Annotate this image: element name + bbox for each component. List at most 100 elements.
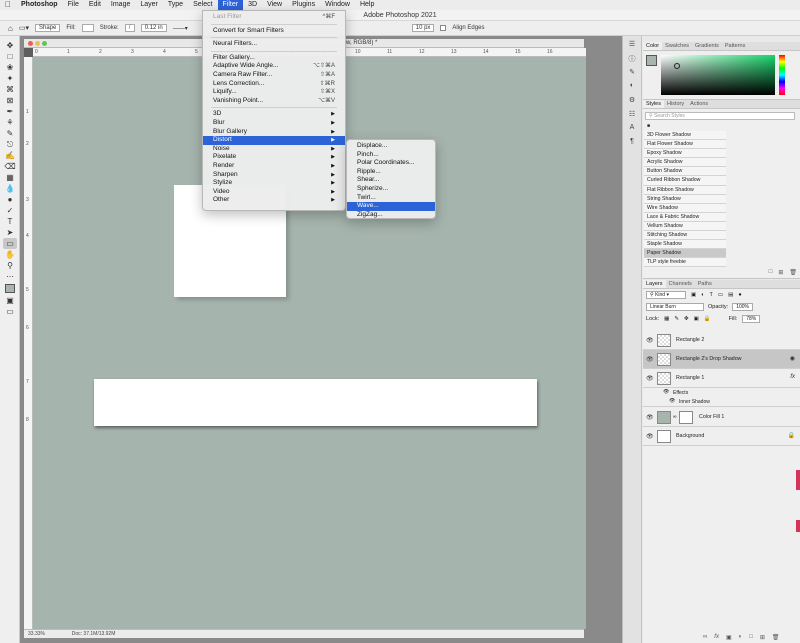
layer-inner-shadow-row[interactable]: 👁 Inner Shadow	[643, 397, 800, 407]
color-picker-field[interactable]	[661, 55, 775, 95]
rectangle-tool-icon[interactable]: ▭	[3, 238, 17, 249]
quick-select-tool-icon[interactable]: ✦	[3, 73, 17, 84]
style-item-selected[interactable]: Paper Shadow	[644, 249, 726, 259]
style-item[interactable]: Staple Shadow	[644, 240, 726, 250]
inner-shadow-eye-icon[interactable]: 👁	[669, 398, 675, 404]
new-group-icon[interactable]: □	[749, 634, 753, 641]
menu-item-spherize[interactable]: Spherize...	[347, 185, 435, 194]
filter-adjust-icon[interactable]: ◐	[701, 292, 704, 298]
filter-toggle-icon[interactable]: ●	[738, 292, 741, 298]
layer-row-rectangle-2[interactable]: 👁 Rectangle 2	[643, 331, 800, 350]
style-item[interactable]: Stitching Shadow	[644, 231, 726, 241]
brush-panel-icon[interactable]: ✎	[626, 68, 638, 78]
path-select-tool-icon[interactable]: ➤	[3, 227, 17, 238]
menu-item-wave[interactable]: Wave...	[347, 202, 435, 211]
home-icon[interactable]: ⌂	[8, 24, 13, 33]
blend-mode-select[interactable]: Linear Burn	[646, 303, 704, 311]
marquee-tool-icon[interactable]: □	[3, 51, 17, 62]
menu-item-lens-correction[interactable]: Lens Correction... ⇧⌘R	[203, 80, 345, 89]
filter-type-icon[interactable]: T	[710, 292, 713, 298]
menu-item-adaptive-wide-angle[interactable]: Adaptive Wide Angle... ⌥⇧⌘A	[203, 62, 345, 71]
stroke-type-select[interactable]: ——▾	[173, 25, 188, 32]
tab-history[interactable]: History	[664, 100, 687, 108]
new-group-icon[interactable]: □	[769, 269, 773, 276]
menu-window[interactable]: Window	[320, 0, 355, 10]
menu-view[interactable]: View	[262, 0, 287, 10]
tab-gradients[interactable]: Gradients	[692, 42, 722, 50]
filter-smart-icon[interactable]: ▤	[728, 292, 733, 298]
menu-item-liquify[interactable]: Liquify... ⇧⌘X	[203, 88, 345, 97]
new-layer-icon[interactable]: ⊞	[760, 634, 765, 641]
add-style-icon[interactable]: fx	[714, 634, 719, 641]
document-size[interactable]: Doc: 37.1M/13.92M	[72, 631, 116, 637]
style-item[interactable]: 3D Flower Shadow	[644, 131, 726, 141]
vertical-ruler[interactable]: 1 2 3 4 5 6 7 8	[24, 57, 33, 629]
effects-eye-icon[interactable]: 👁	[663, 389, 669, 395]
libraries-panel-icon[interactable]: ☷	[626, 110, 638, 120]
more-tools-icon[interactable]: ⋯	[3, 271, 17, 282]
tool-preset-picker[interactable]: ▭▾	[19, 24, 29, 32]
menu-item-distort[interactable]: Distort ▶	[203, 136, 345, 145]
style-item[interactable]: Wire Shadow	[644, 203, 726, 213]
fill-swatch[interactable]	[81, 24, 94, 32]
visibility-eye-icon[interactable]: 👁	[646, 433, 654, 440]
move-tool-icon[interactable]: ✥	[3, 40, 17, 51]
visibility-eye-icon[interactable]: 👁	[646, 414, 654, 421]
layer-row-rect2-drop-shadow[interactable]: 👁 Rectangle 2's Drop Shadow ◉	[643, 350, 800, 369]
new-style-icon[interactable]: ⊞	[778, 269, 783, 276]
delete-layer-icon[interactable]: 🗑	[772, 634, 780, 641]
style-item[interactable]: Lace & Fabric Shadow	[644, 212, 726, 222]
link-layers-icon[interactable]: ∞	[703, 634, 707, 641]
menu-item-other[interactable]: Other ▶	[203, 196, 345, 205]
stroke-swatch[interactable]: /	[124, 24, 135, 32]
menu-item-3d[interactable]: 3D ▶	[203, 110, 345, 119]
menu-item-pixelate[interactable]: Pixelate ▶	[203, 153, 345, 162]
visibility-eye-icon[interactable]: 👁	[646, 375, 654, 382]
shape-mode-select[interactable]: Shape	[34, 24, 61, 32]
layer-row-background[interactable]: 👁 Background 🔒	[643, 427, 800, 446]
menu-filter[interactable]: Filter	[217, 0, 244, 10]
style-item[interactable]: Vellum Shadow	[644, 221, 726, 232]
pen-tool-icon[interactable]: ✓	[3, 205, 17, 216]
zoom-level[interactable]: 33.33%	[28, 631, 45, 637]
tab-styles[interactable]: Styles	[643, 100, 664, 108]
minimize-window-icon[interactable]	[35, 41, 40, 46]
color-picker-cursor[interactable]	[674, 63, 680, 69]
tab-swatches[interactable]: Swatches	[662, 42, 692, 50]
menu-item-render[interactable]: Render ▶	[203, 162, 345, 171]
history-panel-icon[interactable]: ☰	[626, 40, 638, 50]
layer-row-color-fill-1[interactable]: 👁 ∞ Color Fill 1	[643, 408, 800, 427]
menu-item-ripple[interactable]: Ripple...	[347, 168, 435, 177]
menu-item-sharpen[interactable]: Sharpen ▶	[203, 171, 345, 180]
layer-target-icon[interactable]: ◉	[790, 355, 795, 362]
layer-fx-badge[interactable]: fx	[790, 374, 795, 380]
foreground-color-swatch[interactable]	[5, 284, 15, 293]
lock-position-icon[interactable]: ✥	[684, 316, 689, 322]
tab-channels[interactable]: Channels	[666, 280, 695, 288]
style-item[interactable]: Flat Flower Shadow	[644, 140, 726, 150]
menu-file[interactable]: File	[63, 0, 84, 10]
style-item[interactable]: TLP style freebie	[644, 258, 726, 268]
layer-kind-select[interactable]: ⚲ Kind ▾	[646, 291, 686, 299]
lasso-tool-icon[interactable]: ❀	[3, 62, 17, 73]
menu-item-polar-coordinates[interactable]: Polar Coordinates...	[347, 159, 435, 168]
menu-item-shear[interactable]: Shear...	[347, 176, 435, 185]
quick-mask-icon[interactable]: ▣	[3, 295, 17, 306]
layer-effects-row[interactable]: 👁 Effects	[643, 388, 800, 397]
menu-image[interactable]: Image	[106, 0, 135, 10]
menu-plugins[interactable]: Plugins	[287, 0, 320, 10]
visibility-eye-icon[interactable]: 👁	[646, 337, 654, 344]
styles-folder-icon[interactable]: ■	[643, 123, 800, 131]
menu-item-noise[interactable]: Noise ▶	[203, 145, 345, 154]
menu-item-convert-smart-filters[interactable]: Convert for Smart Filters	[203, 27, 345, 36]
menu-item-vanishing-point[interactable]: Vanishing Point... ⌥⌘V	[203, 97, 345, 106]
menu-help[interactable]: Help	[355, 0, 379, 10]
lock-artboard-icon[interactable]: ▣	[694, 316, 699, 322]
style-item[interactable]: Acrylic Shadow	[644, 158, 726, 168]
menu-3d[interactable]: 3D	[243, 0, 262, 10]
close-window-icon[interactable]	[28, 41, 33, 46]
tab-layers[interactable]: Layers	[643, 280, 666, 288]
menu-item-pinch[interactable]: Pinch...	[347, 151, 435, 160]
menu-item-twirl[interactable]: Twirl...	[347, 194, 435, 203]
hand-tool-icon[interactable]: ✋	[3, 249, 17, 260]
